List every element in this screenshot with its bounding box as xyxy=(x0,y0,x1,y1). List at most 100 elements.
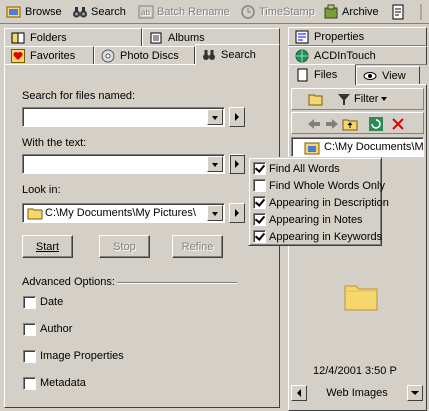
delete-icon[interactable] xyxy=(390,116,406,132)
image-properties-label: Image Properties xyxy=(40,350,124,362)
scroll-down-button[interactable] xyxy=(407,385,423,401)
filter-label: Filter xyxy=(354,93,379,105)
tab-photo-discs[interactable]: Photo Discs xyxy=(94,46,195,65)
heart-icon xyxy=(11,48,25,63)
albums-icon xyxy=(149,31,163,45)
metadata-label: Metadata xyxy=(40,377,86,389)
menu-item-in-keywords[interactable]: Appearing in Keywords xyxy=(253,228,382,245)
timestamp-button[interactable]: TimeStamp xyxy=(240,3,315,21)
look-in-value: C:\My Documents\My Pictures\ xyxy=(45,207,196,219)
web-images-bar: Web Images xyxy=(291,385,424,403)
properties-icon xyxy=(295,30,309,44)
tab-favorites[interactable]: Favorites xyxy=(4,46,94,65)
look-in-combo[interactable]: C:\My Documents\My Pictures\ xyxy=(22,203,225,223)
in-description-checkbox[interactable] xyxy=(253,196,266,209)
stop-button[interactable]: Stop xyxy=(99,235,150,258)
refresh-icon[interactable] xyxy=(368,116,384,132)
batch-rename-label: Batch Rename xyxy=(157,6,230,18)
search-named-label: Search for files named: xyxy=(22,90,136,102)
search-named-combo[interactable] xyxy=(22,107,225,127)
tab-acdintouch[interactable]: ACDInTouch xyxy=(288,46,427,65)
forward-icon[interactable] xyxy=(324,116,340,132)
files-toolbar-2 xyxy=(291,112,424,134)
svg-text:ab: ab xyxy=(141,8,150,17)
archive-label: Archive xyxy=(342,6,379,18)
binoculars-icon xyxy=(202,48,216,62)
in-description-label: Appearing in Description xyxy=(269,196,389,209)
folder-open-icon[interactable] xyxy=(308,91,324,107)
tab-albums-label: Albums xyxy=(168,31,205,44)
look-in-arrow-button[interactable] xyxy=(229,203,245,223)
more-button[interactable] xyxy=(390,3,406,21)
advanced-divider xyxy=(117,282,237,284)
chevron-down-icon xyxy=(381,97,388,101)
menu-item-in-notes[interactable]: Appearing in Notes xyxy=(253,211,363,228)
image-folder-icon xyxy=(304,140,320,156)
thumbnail-timestamp: 12/4/2001 3:50 P xyxy=(313,365,397,377)
menu-item-find-all-words[interactable]: Find All Words xyxy=(253,160,340,177)
stop-label: Stop xyxy=(113,240,136,253)
tab-folders[interactable]: Folders xyxy=(4,28,142,47)
metadata-checkbox[interactable] xyxy=(23,377,36,390)
globe-icon xyxy=(295,49,309,63)
image-properties-checkbox[interactable] xyxy=(23,350,36,363)
chevron-down-icon[interactable] xyxy=(207,156,223,172)
main-toolbar: Browse Search ab Batch Rename TimeStamp … xyxy=(0,0,429,24)
search-panel: Search for files named: With the text: L… xyxy=(4,64,280,408)
in-notes-checkbox[interactable] xyxy=(253,213,266,226)
find-whole-words-checkbox[interactable] xyxy=(253,179,266,192)
clock-icon xyxy=(240,4,256,20)
folder-icon xyxy=(27,206,43,220)
date-label: Date xyxy=(40,296,64,308)
start-button[interactable]: Start xyxy=(22,235,73,258)
tab-files[interactable]: Files xyxy=(288,64,356,85)
folder-icon[interactable] xyxy=(344,281,378,311)
toolbar-overflow[interactable] xyxy=(420,2,429,22)
web-images-label: Web Images xyxy=(326,387,388,399)
up-folder-icon[interactable] xyxy=(342,116,358,132)
menu-item-in-description[interactable]: Appearing in Description xyxy=(253,194,389,211)
tab-search-label: Search xyxy=(221,49,256,61)
chevron-down-icon[interactable] xyxy=(207,205,223,221)
scroll-left-button[interactable] xyxy=(291,385,307,401)
look-in-label: Look in: xyxy=(22,184,61,196)
find-all-words-checkbox[interactable] xyxy=(253,162,266,175)
tab-view-label: View xyxy=(382,69,406,82)
archive-icon xyxy=(323,4,339,20)
files-toolbar: Filter xyxy=(291,88,424,110)
author-label: Author xyxy=(40,323,73,335)
start-label: Start xyxy=(35,240,60,253)
folders-icon xyxy=(11,31,25,45)
in-keywords-checkbox[interactable] xyxy=(253,230,266,243)
chevron-down-icon[interactable] xyxy=(207,109,223,125)
back-icon[interactable] xyxy=(306,116,322,132)
in-keywords-label: Appearing in Keywords xyxy=(269,230,383,243)
path-field[interactable]: C:\My Documents\My xyxy=(291,137,424,157)
browse-label: Browse xyxy=(25,6,62,18)
browse-button[interactable]: Browse xyxy=(6,3,62,21)
refine-label: Refine xyxy=(181,240,214,253)
search-button[interactable]: Search xyxy=(72,3,126,21)
author-checkbox[interactable] xyxy=(23,323,36,336)
search-label: Search xyxy=(91,6,126,18)
eye-icon xyxy=(363,69,377,83)
tab-folders-label: Folders xyxy=(30,31,67,44)
tab-search[interactable]: Search xyxy=(195,44,280,65)
refine-button[interactable]: Refine xyxy=(172,235,223,258)
archive-button[interactable]: Archive xyxy=(323,3,379,21)
find-whole-words-label: Find Whole Words Only xyxy=(269,179,385,192)
filter-button[interactable]: Filter xyxy=(336,91,388,107)
tab-view[interactable]: View xyxy=(356,66,420,85)
document-icon xyxy=(390,4,406,20)
browse-icon xyxy=(6,4,22,20)
with-text-combo[interactable] xyxy=(22,154,225,174)
in-notes-label: Appearing in Notes xyxy=(269,213,363,226)
text-options-arrow-button[interactable] xyxy=(229,154,245,174)
menu-item-find-whole-words[interactable]: Find Whole Words Only xyxy=(253,177,385,194)
batch-rename-button[interactable]: ab Batch Rename xyxy=(138,3,230,21)
named-options-arrow-button[interactable] xyxy=(229,107,245,127)
tab-properties[interactable]: Properties xyxy=(288,27,427,46)
vertical-scrollbar[interactable] xyxy=(409,309,425,371)
date-checkbox[interactable] xyxy=(23,296,36,309)
advanced-options-label: Advanced Options: xyxy=(22,276,115,288)
